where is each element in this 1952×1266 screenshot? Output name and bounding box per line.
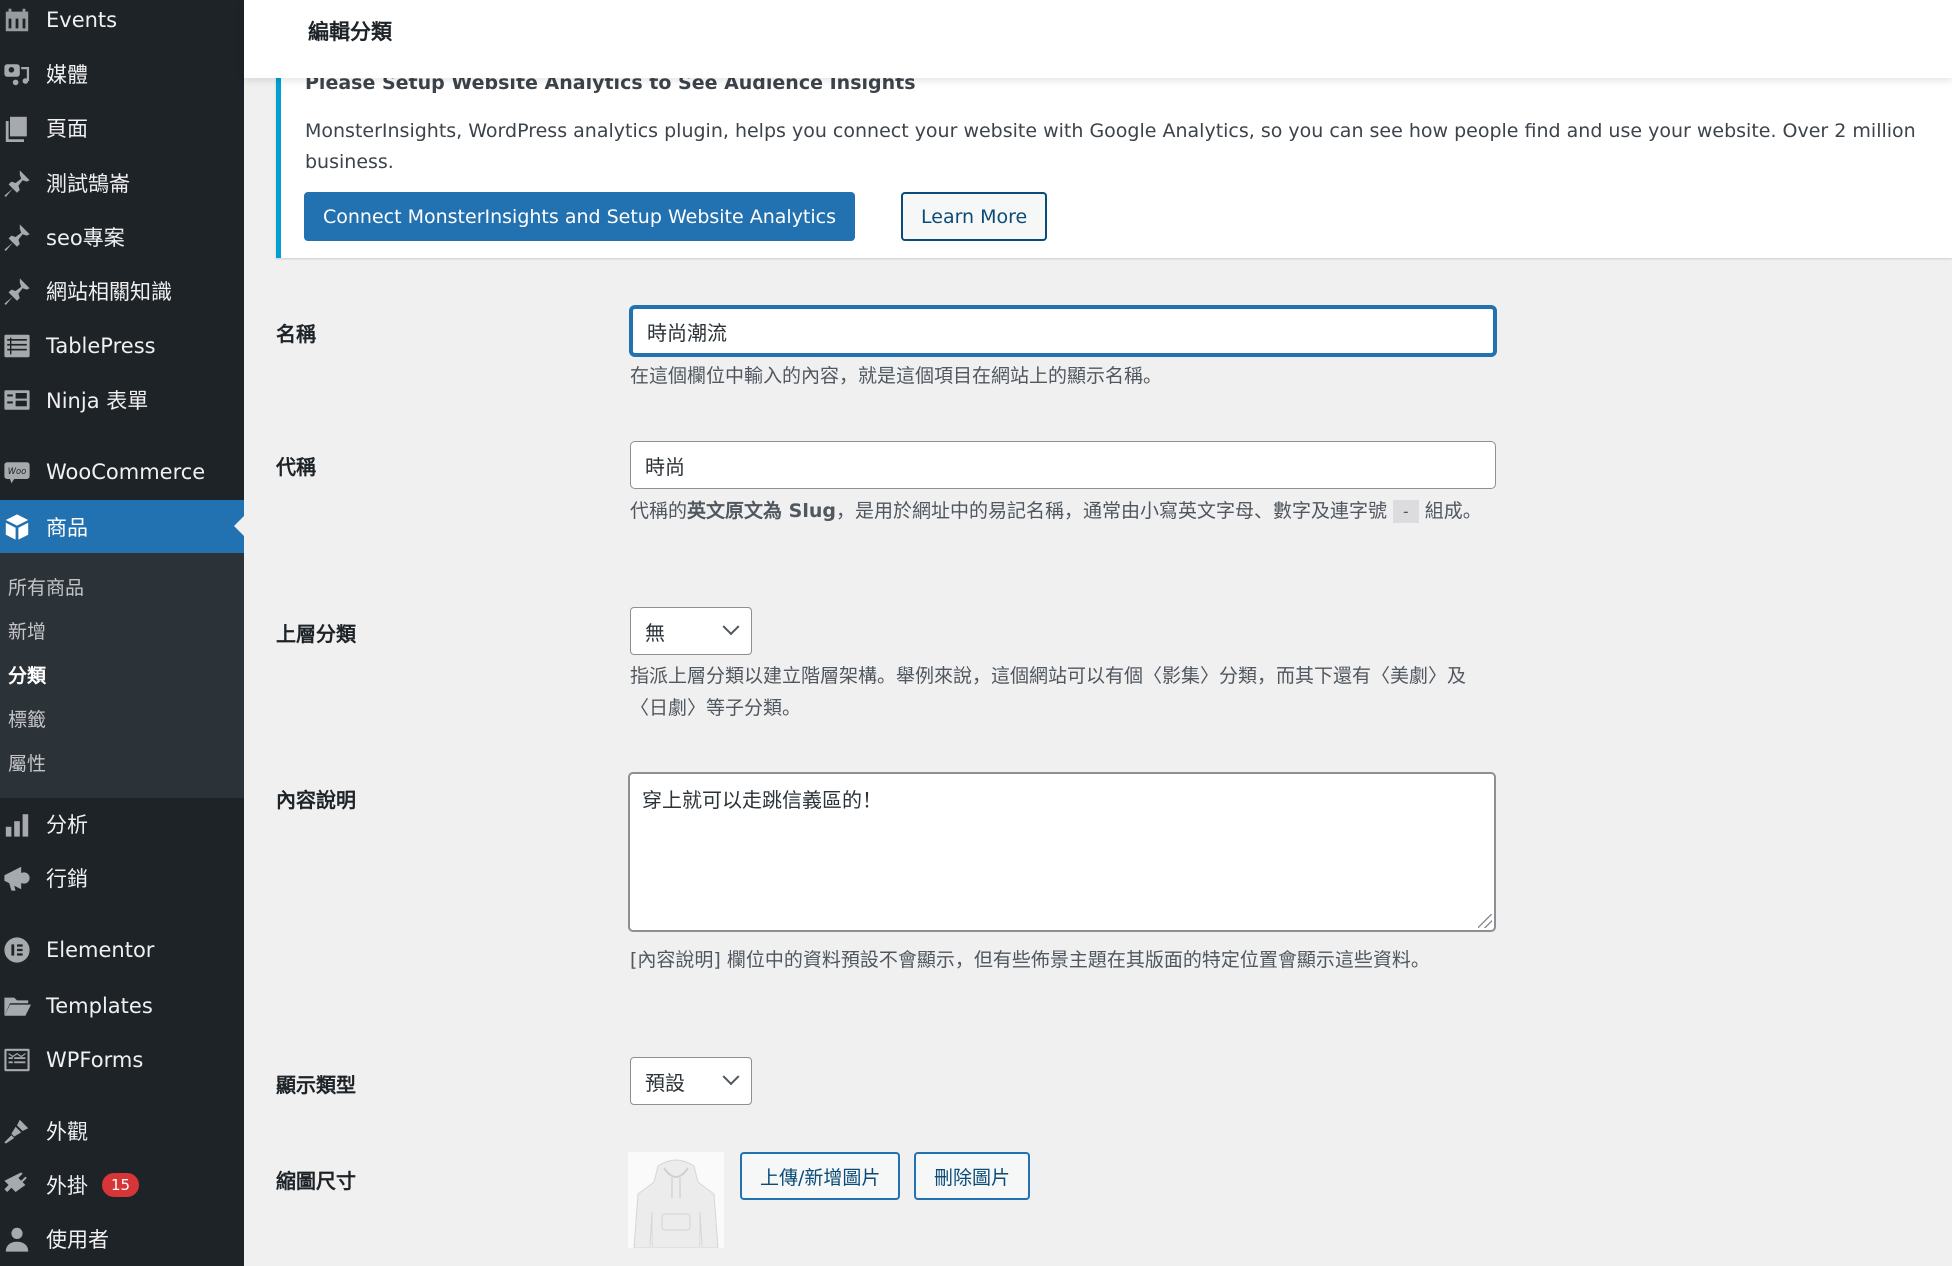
menu-label: 媒體 — [46, 63, 88, 87]
desc-bold: 英文原文為 Slug — [687, 500, 836, 522]
parent-label: 上層分類 — [276, 622, 356, 646]
menu-label: TablePress — [46, 334, 156, 358]
user-icon — [2, 1224, 32, 1254]
folder-icon — [2, 991, 32, 1021]
monsterinsights-notice: Please Setup Website Analytics to See Au… — [276, 64, 1952, 258]
menu-label: 行銷 — [46, 867, 88, 891]
name-description: 在這個欄位中輸入的內容，就是這個項目在網站上的顯示名稱。 — [630, 365, 1163, 387]
description-label: 內容說明 — [276, 788, 356, 812]
name-label: 名稱 — [276, 322, 316, 346]
pin-icon — [2, 168, 32, 198]
menu-item-woocommerce[interactable]: Woo WooCommerce — [0, 446, 244, 498]
menu-label: 商品 — [46, 515, 88, 540]
megaphone-icon — [2, 863, 32, 893]
menu-label: WPForms — [46, 1048, 144, 1072]
description-help: [內容說明] 欄位中的資料預設不會顯示，但有些佈景主題在其版面的特定位置會顯示這… — [630, 949, 1430, 971]
submenu-add-new[interactable]: 新增 — [8, 617, 46, 644]
wpforms-icon — [2, 1045, 32, 1075]
display-type-selected-value: 預設 — [645, 1070, 685, 1095]
thumbnail-image — [628, 1152, 724, 1248]
pin-icon — [2, 222, 32, 252]
display-type-select[interactable]: 預設 — [630, 1057, 752, 1105]
menu-item-pages[interactable]: 頁面 — [0, 102, 244, 154]
hyphen-code: - — [1393, 500, 1419, 523]
menu-item-test-posts[interactable]: 測試鵠崙 — [0, 157, 244, 209]
bar-chart-icon — [2, 809, 32, 839]
submenu-tags[interactable]: 標籤 — [8, 705, 46, 732]
menu-item-media[interactable]: 媒體 — [0, 48, 244, 100]
chevron-down-icon — [722, 618, 740, 636]
menu-label: 外觀 — [46, 1120, 88, 1144]
name-input[interactable]: 時尚潮流 — [630, 306, 1496, 356]
resize-handle-icon[interactable] — [1478, 914, 1492, 928]
calendar-icon — [2, 5, 32, 35]
products-submenu: 所有商品 新增 分類 標籤 屬性 — [0, 553, 244, 798]
menu-item-elementor[interactable]: Elementor — [0, 924, 244, 976]
menu-item-products[interactable]: 商品 — [0, 500, 244, 553]
menu-item-wpforms[interactable]: WPForms — [0, 1034, 244, 1086]
pages-icon — [2, 113, 32, 143]
menu-item-templates[interactable]: Templates — [0, 980, 244, 1032]
menu-item-appearance[interactable]: 外觀 — [0, 1105, 244, 1157]
hoodie-icon — [628, 1152, 724, 1248]
description-value: 穿上就可以走跳信義區的！ — [642, 788, 882, 812]
slug-description: 代稱的英文原文為 Slug，是用於網址中的易記名稱，通常由小寫英文字母、數字及連… — [630, 495, 1500, 528]
box-icon — [2, 512, 32, 542]
desc-text: 代稱的 — [630, 500, 688, 522]
menu-item-tablepress[interactable]: TablePress — [0, 320, 244, 372]
pin-icon — [2, 276, 32, 306]
page-header: 編輯分類 — [244, 0, 1952, 78]
menu-item-users[interactable]: 使用者 — [0, 1213, 244, 1265]
upload-image-button[interactable]: 上傳/新增圖片 — [740, 1152, 901, 1200]
parent-select[interactable]: 無 — [630, 607, 752, 655]
page-title: 編輯分類 — [308, 20, 392, 44]
menu-label: 使用者 — [46, 1228, 109, 1252]
menu-item-marketing[interactable]: 行銷 — [0, 852, 244, 904]
menu-label: Events — [46, 8, 118, 32]
menu-item-seo-projects[interactable]: seo專案 — [0, 211, 244, 263]
desc-text: 組成。 — [1424, 500, 1482, 522]
menu-label: Ninja 表單 — [46, 389, 149, 413]
submenu-categories[interactable]: 分類 — [8, 661, 46, 688]
menu-label: 測試鵠崙 — [46, 172, 130, 196]
submenu-all-products[interactable]: 所有商品 — [8, 573, 84, 600]
menu-item-site-knowledge[interactable]: 網站相關知識 — [0, 265, 244, 317]
woo-icon: Woo — [2, 457, 32, 487]
thumbnail-label: 縮圖尺寸 — [276, 1169, 356, 1193]
desc-text: ，是用於網址中的易記名稱，通常由小寫英文字母、數字及連字號 — [835, 500, 1387, 522]
submenu-attributes[interactable]: 屬性 — [8, 749, 46, 776]
brush-icon — [2, 1116, 32, 1146]
menu-label: 分析 — [46, 813, 88, 837]
menu-item-analytics[interactable]: 分析 — [0, 798, 244, 850]
notice-body: MonsterInsights, WordPress analytics plu… — [305, 120, 1916, 173]
update-count-badge: 15 — [102, 1173, 140, 1197]
menu-label: 網站相關知識 — [46, 280, 172, 304]
parent-description: 指派上層分類以建立階層架構。舉例來說，這個網站可以有個〈影集〉分類，而其下還有〈… — [630, 665, 1467, 719]
table-icon — [2, 331, 32, 361]
chevron-down-icon — [722, 1068, 740, 1086]
svg-text:Woo: Woo — [8, 466, 27, 476]
menu-label: 頁面 — [46, 117, 88, 141]
menu-item-plugins[interactable]: 外掛 15 — [0, 1159, 244, 1211]
slug-label: 代稱 — [276, 455, 316, 479]
menu-label: WooCommerce — [46, 460, 206, 484]
remove-image-button[interactable]: 刪除圖片 — [914, 1152, 1031, 1200]
admin-sidebar: Events 媒體 頁面 測試鵠崙 seo專案 網站相關知識 TablePres… — [0, 0, 244, 1266]
form-icon — [2, 385, 32, 415]
parent-selected-value: 無 — [645, 620, 665, 645]
menu-label: 外掛 — [46, 1174, 88, 1198]
menu-label: seo專案 — [46, 226, 125, 250]
connect-analytics-button[interactable]: Connect MonsterInsights and Setup Websit… — [304, 192, 856, 241]
learn-more-button[interactable]: Learn More — [901, 192, 1048, 241]
elementor-icon — [2, 935, 32, 965]
menu-item-ninja-forms[interactable]: Ninja 表單 — [0, 374, 244, 426]
slug-input[interactable]: 時尚 — [630, 441, 1496, 489]
menu-item-events[interactable]: Events — [0, 0, 244, 46]
plugin-icon — [2, 1170, 32, 1200]
description-textarea[interactable]: 穿上就可以走跳信義區的！ — [628, 772, 1496, 932]
display-type-label: 顯示類型 — [276, 1073, 356, 1097]
menu-label: Elementor — [46, 938, 155, 962]
media-icon — [2, 59, 32, 89]
menu-label: Templates — [46, 994, 153, 1018]
